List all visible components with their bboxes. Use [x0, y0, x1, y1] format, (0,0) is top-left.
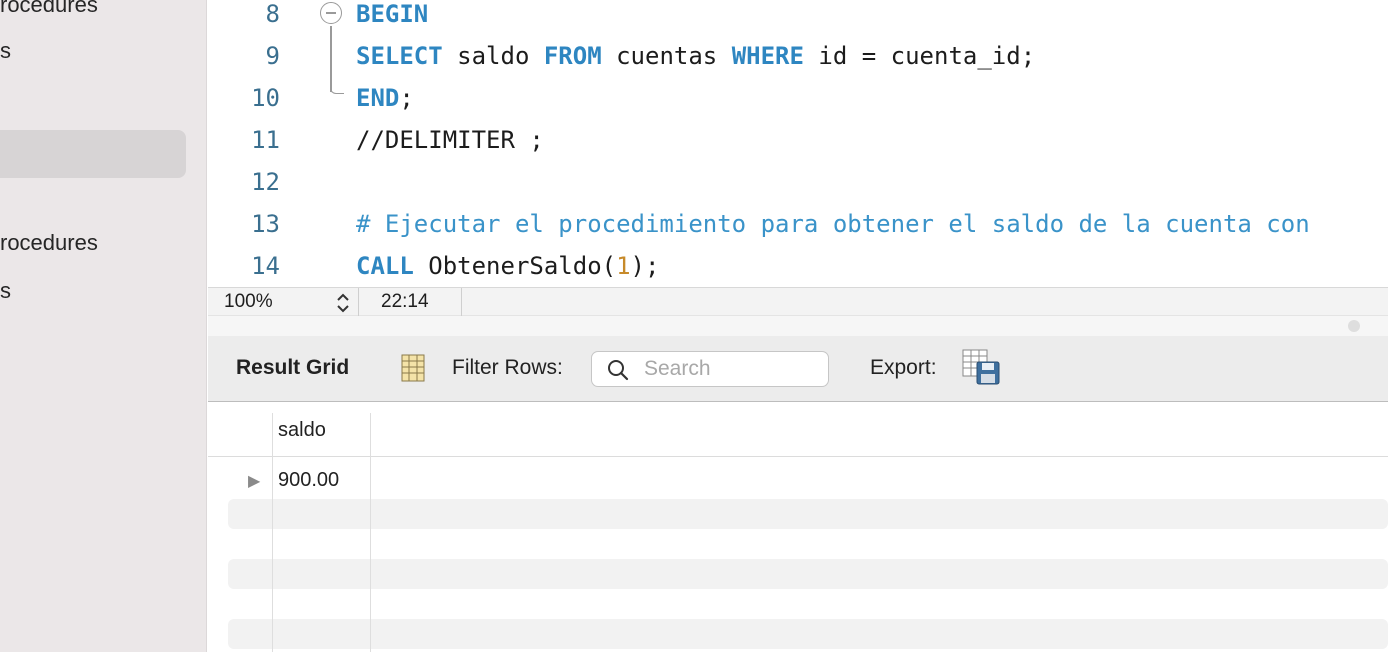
sql-editor[interactable]: 8 BEGIN 9 SELECT saldo FROM cuentas WHERE i… [208, 0, 1388, 287]
code-line[interactable]: 11 //DELIMITER ; [208, 126, 1388, 168]
column-header-saldo[interactable]: saldo [278, 419, 326, 442]
code-token: FROM [543, 42, 602, 70]
result-grid[interactable]: saldo ▶ 900.00 [208, 403, 1388, 652]
line-number: 10 [251, 84, 280, 112]
splitter-handle-icon[interactable] [1348, 320, 1360, 332]
code-token: //DELIMITER ; [356, 126, 544, 154]
line-number: 13 [251, 210, 280, 238]
result-grid-tab[interactable]: Result Grid [236, 356, 349, 380]
code-line[interactable]: 14 CALL ObtenerSaldo(1); [208, 252, 1388, 287]
grid-stripe [228, 559, 1388, 589]
code-token: END [356, 84, 400, 112]
panel-splitter[interactable] [208, 316, 1388, 336]
line-number: 14 [251, 252, 280, 280]
line-number: 12 [251, 168, 280, 196]
filter-rows-label: Filter Rows: [452, 356, 563, 379]
code-token: ); [630, 252, 660, 280]
cursor-position: 22:14 [381, 291, 429, 312]
search-input[interactable] [644, 355, 820, 383]
code-text[interactable]: END; [356, 84, 414, 112]
zoom-stepper-icon[interactable] [334, 291, 352, 315]
editor-status-bar: 100% 22:14 [208, 287, 1388, 317]
code-line[interactable]: 9 SELECT saldo FROM cuentas WHERE id = cu… [208, 42, 1388, 84]
export-icon[interactable] [962, 349, 1000, 385]
grid-cell[interactable]: 900.00 [278, 469, 339, 492]
code-text[interactable]: //DELIMITER ; [356, 126, 544, 154]
code-text[interactable]: CALL ObtenerSaldo(1); [356, 252, 659, 280]
code-token: WHERE [731, 42, 804, 70]
code-token: CALL [356, 252, 414, 280]
sidebar-item-stored-procedures-2[interactable]: rocedures [0, 230, 98, 256]
grid-stripe [228, 499, 1388, 529]
sidebar-item-functions-2[interactable]: s [0, 278, 11, 304]
code-line[interactable]: 13 # Ejecutar el procedimiento para obten… [208, 210, 1388, 252]
code-text[interactable]: SELECT saldo FROM cuentas WHERE id = cue… [356, 42, 1035, 70]
search-icon [608, 360, 629, 381]
code-token: SELECT [356, 42, 443, 70]
status-divider [461, 288, 462, 317]
export-label: Export: [870, 356, 937, 379]
zoom-level: 100% [224, 291, 273, 312]
code-token: ; [399, 84, 414, 112]
sidebar-item-stored-procedures[interactable]: rocedures [0, 0, 98, 18]
column-divider [272, 413, 273, 652]
row-pointer-icon: ▶ [248, 473, 261, 490]
sidebar-item-functions[interactable]: s [0, 38, 11, 64]
code-token: BEGIN [356, 0, 429, 28]
column-divider[interactable] [370, 413, 371, 652]
code-token: cuentas [601, 42, 732, 70]
filter-search-box[interactable] [591, 351, 829, 387]
line-number: 11 [251, 126, 280, 154]
sidebar-item-selected[interactable] [0, 130, 186, 178]
code-token: id = cuenta_id; [803, 42, 1036, 70]
schema-sidebar: rocedures s rocedures s [0, 0, 207, 652]
code-line[interactable]: 12 [208, 168, 1388, 210]
line-number: 8 [265, 0, 280, 28]
code-line[interactable]: 10 END; [208, 84, 1388, 126]
result-toolbar: Result Grid Filter Rows: Export: [208, 336, 1388, 402]
grid-stripe [228, 619, 1388, 649]
code-token: ObtenerSaldo( [413, 252, 617, 280]
code-text[interactable]: BEGIN [356, 0, 428, 28]
code-text[interactable]: # Ejecutar el procedimiento para obtener… [356, 210, 1310, 238]
status-divider [358, 288, 359, 317]
result-grid-icon[interactable] [399, 353, 427, 383]
grid-header: saldo [208, 403, 1388, 457]
code-token: # Ejecutar el procedimiento para obtener… [356, 210, 1310, 238]
code-line[interactable]: 8 BEGIN [208, 0, 1388, 42]
line-number: 9 [265, 42, 280, 70]
code-token: saldo [442, 42, 544, 70]
code-token: 1 [616, 252, 631, 280]
